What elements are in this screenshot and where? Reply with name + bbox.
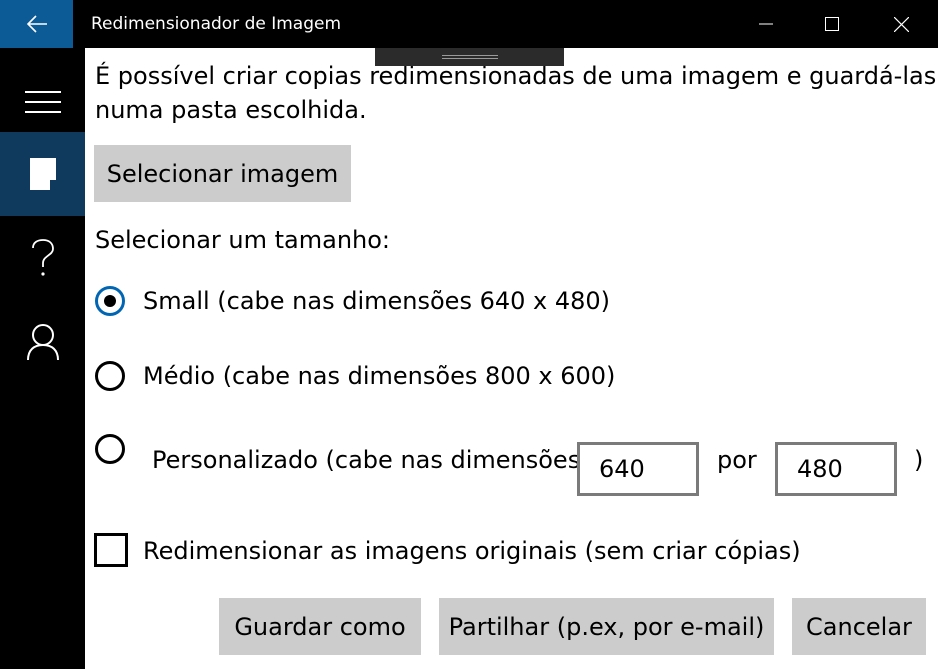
custom-width-input[interactable]: 640 xyxy=(577,442,699,496)
maximize-icon xyxy=(825,17,839,31)
minimize-button[interactable] xyxy=(743,0,789,48)
radio-medium-label[interactable]: Médio (cabe nas dimensões 800 x 600) xyxy=(143,359,615,393)
resize-originals-checkbox[interactable] xyxy=(94,533,128,567)
radio-custom-label[interactable]: Personalizado (cabe nas dimensões xyxy=(152,443,580,477)
content-area: É possível criar copias redimensionadas … xyxy=(85,48,938,669)
radio-small[interactable] xyxy=(95,286,125,316)
radio-medium[interactable] xyxy=(95,361,125,391)
radio-selected-dot xyxy=(104,295,116,307)
select-image-button[interactable]: Selecionar imagem xyxy=(94,145,351,202)
close-button[interactable] xyxy=(878,0,924,48)
save-as-button[interactable]: Guardar como xyxy=(219,598,421,655)
document-icon xyxy=(29,158,56,190)
hamburger-menu-icon xyxy=(24,91,61,113)
radio-custom[interactable] xyxy=(95,434,125,464)
title-bar: Redimensionador de Imagem xyxy=(0,0,938,48)
drag-handle-line xyxy=(442,58,498,59)
cancel-button[interactable]: Cancelar xyxy=(792,598,926,655)
nav-item-resize[interactable] xyxy=(0,132,85,216)
close-paren-label: ) xyxy=(914,446,924,474)
back-button[interactable] xyxy=(0,0,73,48)
minimize-icon xyxy=(759,23,773,25)
by-label: por xyxy=(717,446,757,474)
size-heading: Selecionar um tamanho: xyxy=(95,226,391,254)
back-arrow-icon xyxy=(26,15,47,33)
share-button[interactable]: Partilhar (p.ex, por e-mail) xyxy=(439,598,774,655)
nav-pane xyxy=(0,48,85,669)
maximize-button[interactable] xyxy=(809,0,855,48)
help-icon xyxy=(31,239,54,276)
intro-text-line2: numa pasta escolhida. xyxy=(95,96,367,124)
nav-item-help[interactable] xyxy=(0,216,85,300)
radio-small-label[interactable]: Small (cabe nas dimensões 640 x 480) xyxy=(143,284,610,318)
user-icon xyxy=(26,324,59,361)
drag-handle[interactable] xyxy=(375,48,564,66)
drag-handle-line xyxy=(442,55,498,56)
close-icon xyxy=(893,16,909,32)
window-title: Redimensionador de Imagem xyxy=(91,14,342,34)
custom-height-input[interactable]: 480 xyxy=(775,442,897,496)
nav-item-account[interactable] xyxy=(0,300,85,384)
resize-originals-label[interactable]: Redimensionar as imagens originais (sem … xyxy=(143,534,801,568)
